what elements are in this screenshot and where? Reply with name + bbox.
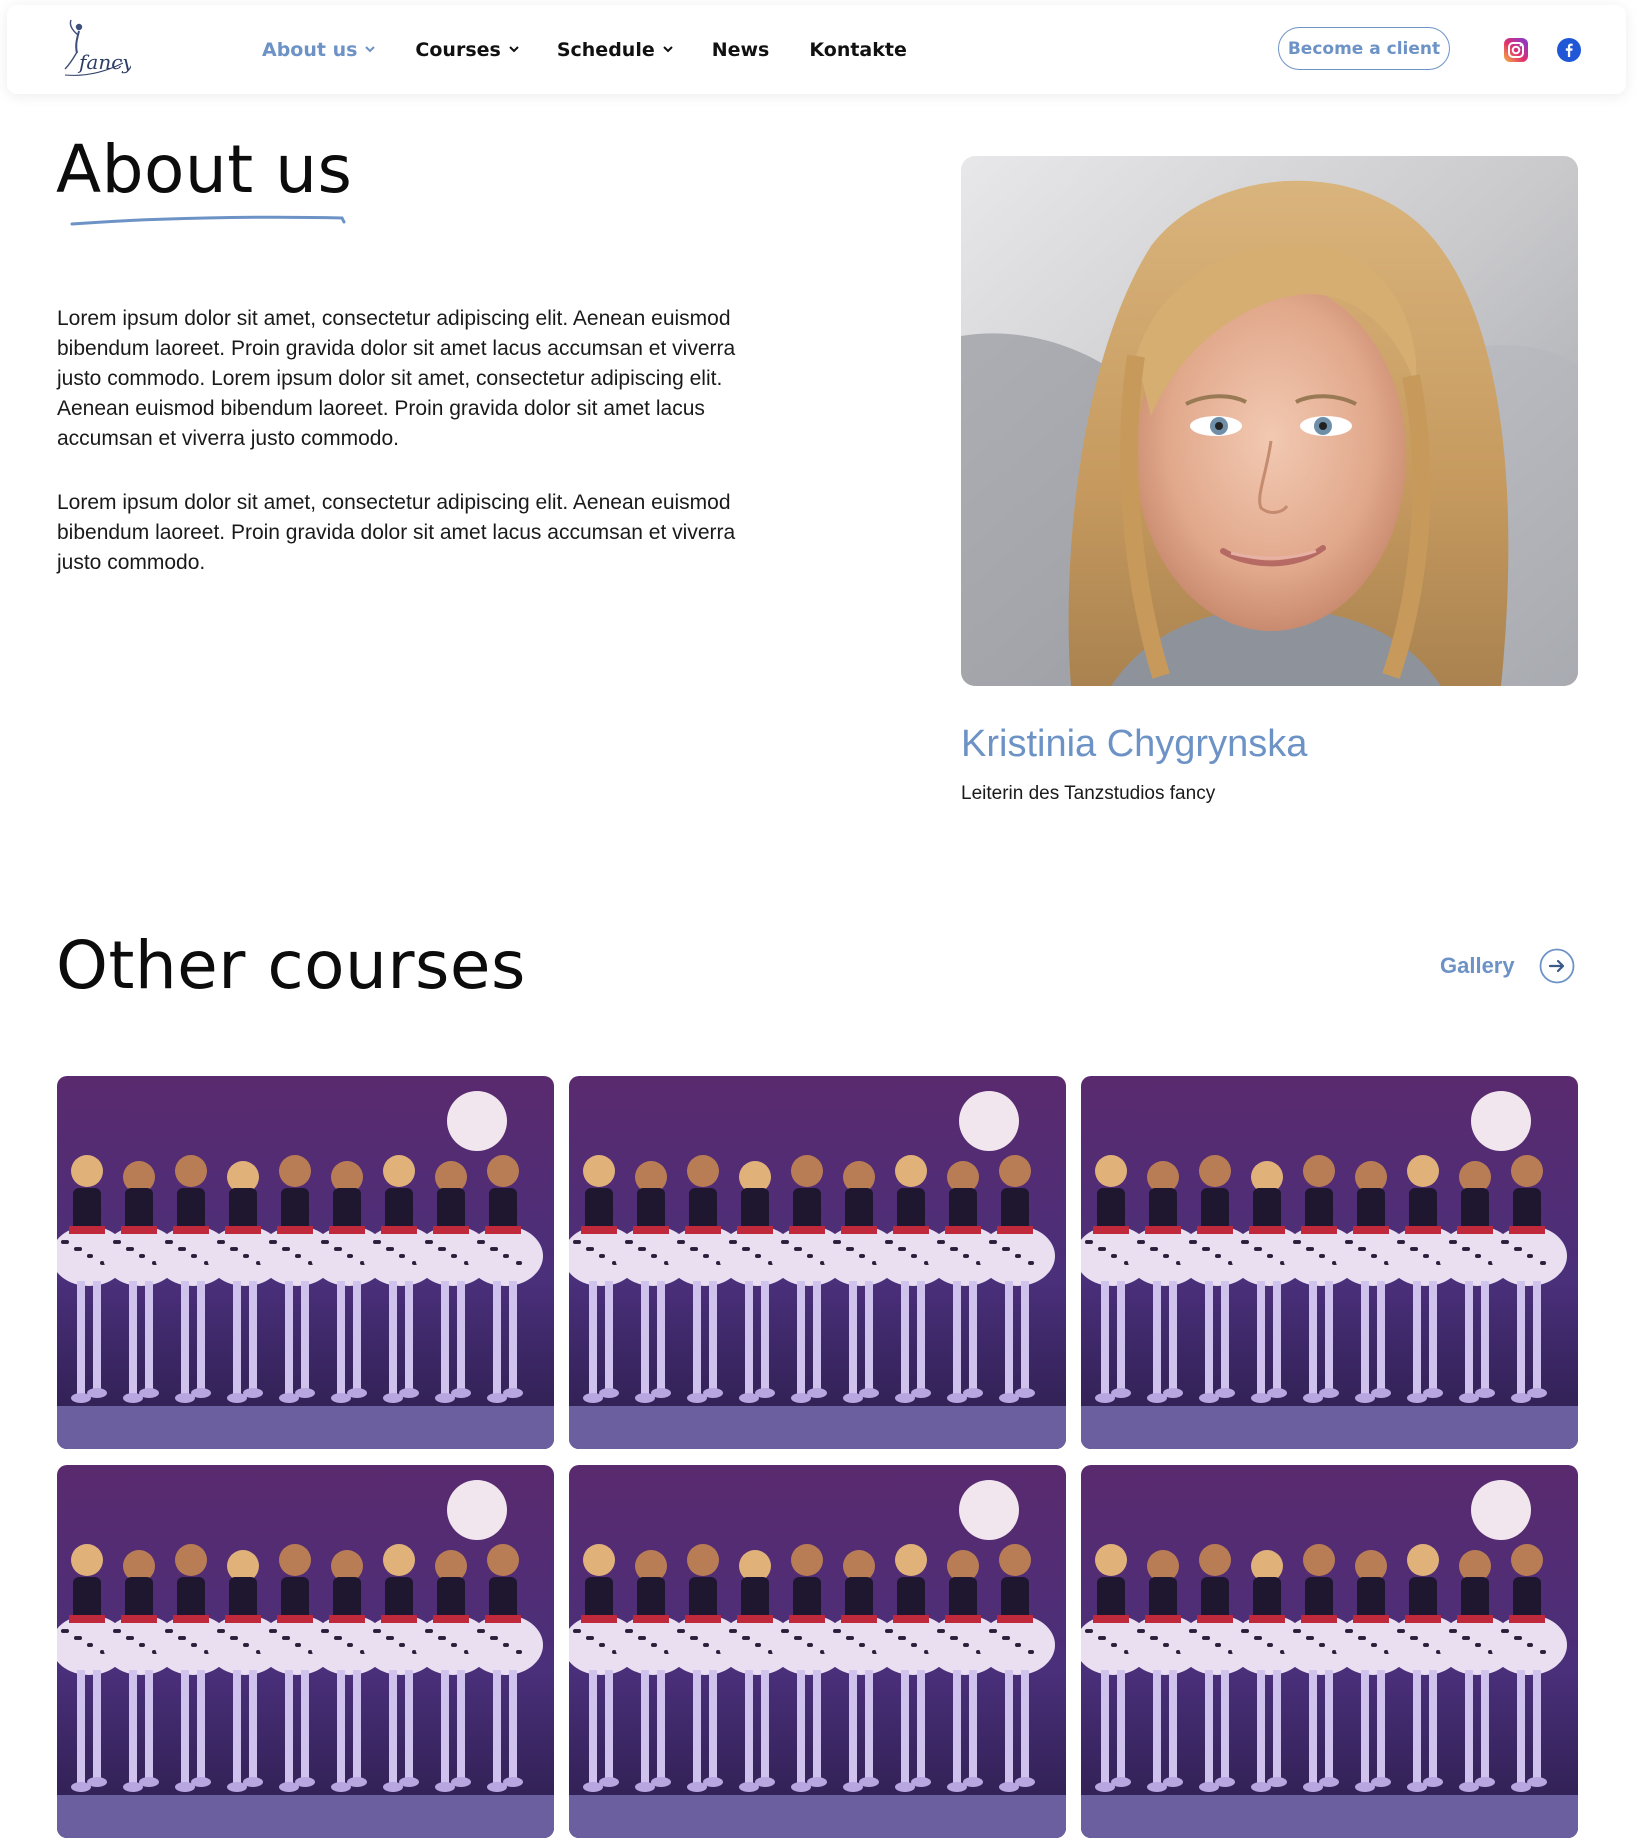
title-underline [70,215,346,226]
facebook-icon[interactable] [1557,38,1581,62]
nav-about-us-label: About us [262,38,358,61]
course-card[interactable] [569,1076,1066,1449]
dance-performance-photo [569,1465,1066,1838]
fancy-logo[interactable]: fancy [57,15,134,83]
site-header: fancy About us Courses Schedule News Kon… [7,5,1626,94]
about-title: About us [56,131,353,208]
course-card[interactable] [1081,1076,1578,1449]
gallery-label: Gallery [1440,953,1515,978]
become-client-button[interactable]: Become a client [1278,27,1450,70]
nav-kontakte-label: Kontakte [809,38,907,61]
nav-news-label: News [711,38,770,61]
nav-courses-label: Courses [415,38,501,61]
nav-courses[interactable]: Courses [415,38,519,61]
person-name: Kristinia Chygrynska [961,723,1308,765]
course-card[interactable] [1081,1465,1578,1838]
chevron-down-icon [509,46,519,53]
chevron-down-icon [365,46,376,53]
course-card[interactable] [57,1465,554,1838]
about-paragraph-1: Lorem ipsum dolor sit amet, consectetur … [57,307,736,450]
dance-performance-photo [1081,1076,1578,1449]
course-card[interactable] [57,1076,554,1449]
arrow-right-circle-icon [1539,948,1575,984]
dance-performance-photo [569,1076,1066,1449]
nav-about-us[interactable]: About us [262,38,376,61]
dance-performance-photo [57,1465,554,1838]
dance-performance-photo [1081,1465,1578,1838]
gallery-link[interactable]: Gallery [1440,948,1575,984]
portrait-photo [961,156,1578,686]
nav-schedule[interactable]: Schedule [557,39,673,61]
person-role: Leiterin des Tanzstudios fancy [961,783,1216,804]
course-card[interactable] [569,1465,1066,1838]
chevron-down-icon [663,46,673,53]
about-paragraph-2: Lorem ipsum dolor sit amet, consectetur … [57,491,736,574]
dance-performance-photo [57,1076,554,1449]
main-nav: About us Courses Schedule News Kontakte [262,5,907,94]
nav-kontakte[interactable]: Kontakte [809,39,906,61]
nav-schedule-label: Schedule [556,38,655,61]
nav-news[interactable]: News [712,39,770,61]
other-courses-title: Other courses [56,927,526,1004]
instagram-icon[interactable] [1504,38,1528,62]
